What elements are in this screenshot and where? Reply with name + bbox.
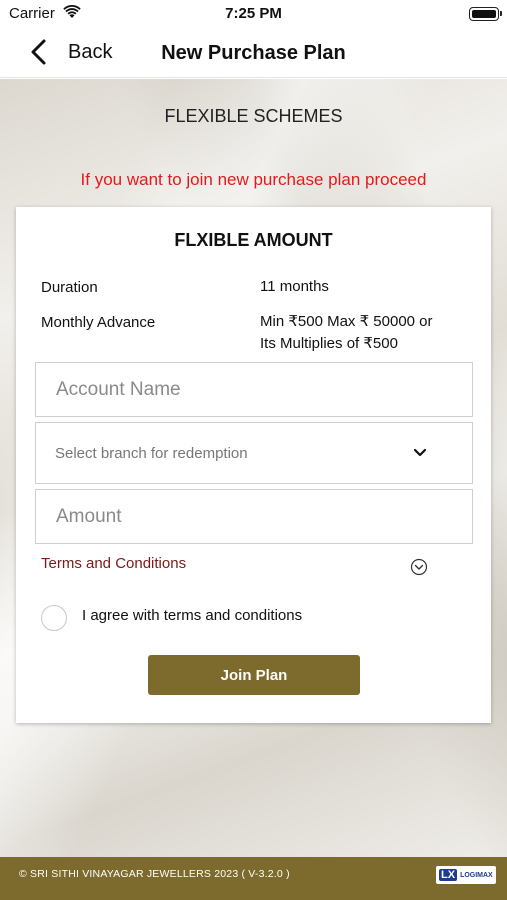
footer-copyright: © SRI SITHI VINAYAGAR JEWELLERS 2023 ( V…: [19, 868, 290, 880]
amount-input[interactable]: [36, 490, 472, 543]
logimax-logo: LX LOGIMAX: [436, 866, 496, 884]
info-message: If you want to join new purchase plan pr…: [80, 170, 427, 189]
monthly-advance-value: Min ₹500 Max ₹ 50000 or Its Multiplies o…: [260, 311, 475, 355]
plan-title: FLXIBLE AMOUNT: [174, 230, 333, 250]
plan-card: FLXIBLE AMOUNT Duration 11 months Monthl…: [16, 207, 491, 723]
logo-mark: LX: [439, 869, 458, 881]
navigation-bar: Back New Purchase Plan: [0, 28, 507, 78]
join-plan-button[interactable]: Join Plan: [148, 655, 360, 695]
terms-and-conditions-link[interactable]: Terms and Conditions: [41, 555, 186, 572]
duration-value: 11 months: [260, 278, 329, 295]
agree-terms-radio[interactable]: [41, 605, 67, 631]
amount-field: [35, 489, 473, 544]
chevron-down-icon: [413, 448, 427, 457]
branch-select-placeholder: Select branch for redemption: [55, 445, 248, 462]
footer: © SRI SITHI VINAYAGAR JEWELLERS 2023 ( V…: [0, 857, 507, 900]
duration-label: Duration: [41, 279, 98, 296]
status-time: 7:25 PM: [225, 5, 282, 22]
monthly-advance-label: Monthly Advance: [41, 314, 156, 331]
account-name-input[interactable]: [36, 363, 472, 416]
battery-icon: [469, 7, 502, 21]
logo-text: LOGIMAX: [460, 871, 493, 879]
status-bar: Carrier 7:25 PM: [0, 0, 507, 28]
account-name-field: [35, 362, 473, 417]
monthly-advance-line-2: Its Multiplies of ₹500: [260, 335, 398, 352]
expand-circle-icon[interactable]: [410, 558, 428, 576]
agree-terms-label: I agree with terms and conditions: [82, 607, 303, 624]
branch-select[interactable]: Select branch for redemption: [35, 422, 473, 484]
page-title: New Purchase Plan: [161, 42, 346, 64]
section-heading: FLEXIBLE SCHEMES: [164, 106, 343, 126]
monthly-advance-line-1: Min ₹500 Max ₹ 50000 or: [260, 313, 433, 330]
